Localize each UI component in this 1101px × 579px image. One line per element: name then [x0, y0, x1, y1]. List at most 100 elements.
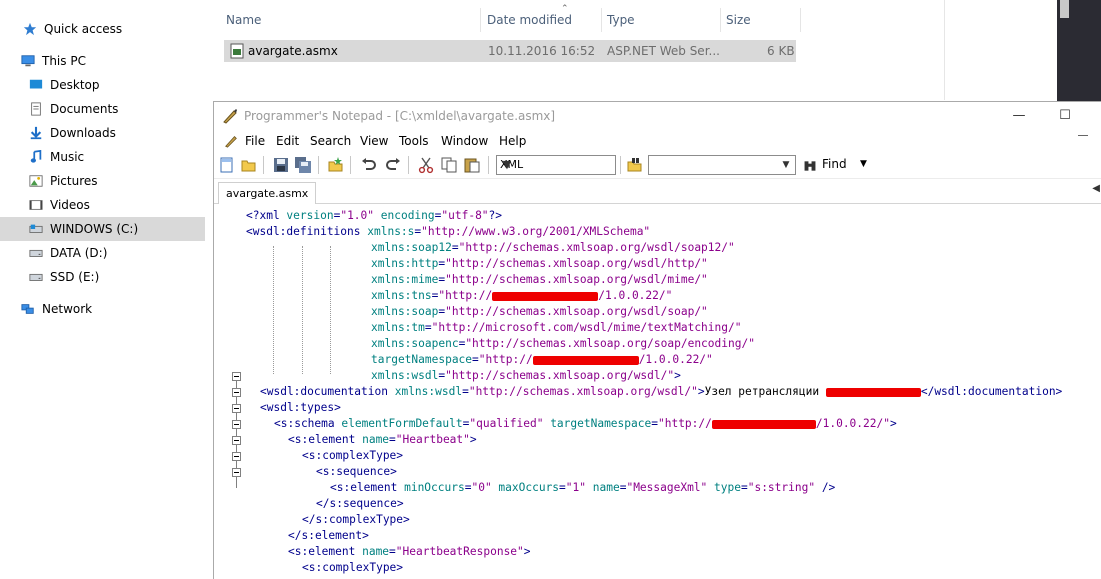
document-tab-strip: avargate.asmx ◀ — [214, 179, 1101, 204]
nav-item-downloads[interactable]: Downloads — [0, 121, 205, 145]
mdi-minimize-button[interactable] — [1078, 135, 1088, 136]
token: "http://schemas.xmlsoap.org/wsdl/soap/" — [445, 305, 708, 318]
nav-item-quick-access[interactable]: Quick access — [0, 17, 205, 41]
column-header-name[interactable]: Name — [220, 8, 484, 32]
menu-search[interactable]: Search — [310, 130, 351, 152]
paste-icon[interactable] — [463, 156, 481, 174]
open-file-icon[interactable] — [240, 156, 258, 174]
file-name: avargate.asmx — [248, 44, 338, 58]
menu-help[interactable]: Help — [499, 130, 526, 152]
token: = — [462, 385, 469, 398]
maximize-button[interactable]: ☐ — [1042, 102, 1088, 130]
code-line: <s:sequence> — [316, 464, 397, 480]
find-in-files-icon[interactable] — [626, 156, 644, 174]
nav-item-windows-c[interactable]: WINDOWS (C:) — [0, 217, 205, 241]
menu-window[interactable]: Window — [441, 130, 488, 152]
find-button-label[interactable]: Find — [822, 155, 847, 173]
toolbar-separator — [488, 156, 489, 174]
token: = — [424, 321, 432, 334]
token: "0" — [471, 481, 492, 494]
token: xmlns:s — [367, 225, 415, 238]
fold-toggle[interactable] — [232, 452, 241, 461]
nav-item-pictures[interactable]: Pictures — [0, 169, 205, 193]
minimize-button[interactable]: — — [996, 102, 1042, 130]
column-divider[interactable] — [800, 8, 801, 32]
nav-item-data-d[interactable]: DATA (D:) — [0, 241, 205, 265]
file-row[interactable]: avargate.asmx 10.11.2016 16:52 ASP.NET W… — [224, 40, 796, 62]
preview-pane — [944, 0, 1058, 100]
chevron-down-icon: ▼ — [502, 158, 512, 171]
navigation-pane: Quick access This PC Desktop Documents D… — [0, 0, 205, 578]
save-icon[interactable] — [272, 156, 290, 174]
window-title: Programmer's Notepad - [C:\xmldel\avarga… — [244, 109, 556, 123]
find-input[interactable]: ▼ — [648, 155, 796, 175]
code-line: xmlns:http="http://schemas.xmlsoap.org/w… — [371, 256, 708, 272]
token: xmlns:soap12 — [371, 241, 452, 254]
fold-toggle[interactable] — [232, 388, 241, 397]
nav-item-documents[interactable]: Documents — [0, 97, 205, 121]
token: "http://schemas.xmlsoap.org/wsdl/" — [468, 385, 698, 398]
nav-label: Downloads — [50, 126, 116, 140]
scrollbar-thumb[interactable] — [1060, 0, 1069, 18]
binoculars-icon[interactable] — [803, 159, 817, 173]
toolbar-separator — [350, 156, 351, 174]
save-all-icon[interactable] — [294, 156, 312, 174]
open-project-icon[interactable] — [327, 156, 345, 174]
find-text[interactable] — [649, 156, 783, 174]
undo-icon[interactable] — [360, 156, 378, 174]
nav-item-ssd-e[interactable]: SSD (E:) — [0, 265, 205, 289]
nav-item-network[interactable]: Network — [0, 297, 205, 321]
tab-scroll-left-icon[interactable]: ◀ — [1092, 183, 1100, 194]
token: <s:complexType> — [302, 449, 404, 462]
token: "HeartbeatResponse" — [395, 545, 524, 558]
copy-icon[interactable] — [440, 156, 458, 174]
new-file-icon[interactable] — [218, 156, 236, 174]
tab-avargate-asmx[interactable]: avargate.asmx — [218, 182, 317, 204]
token: </s:element> — [288, 529, 369, 542]
nav-label: SSD (E:) — [50, 270, 100, 284]
nav-item-this-pc[interactable]: This PC — [0, 49, 205, 73]
column-header-type[interactable]: Type — [601, 8, 721, 32]
fold-toggle[interactable] — [232, 404, 241, 413]
menu-tools[interactable]: Tools — [399, 130, 429, 152]
drive-icon — [29, 249, 43, 257]
menu-file[interactable]: File — [245, 130, 265, 152]
token: "qualified" — [469, 417, 544, 430]
redo-icon[interactable] — [384, 156, 402, 174]
toolbar-separator — [318, 156, 319, 174]
token: "http:// — [657, 417, 712, 430]
code-line: targetNamespace="http:// /1.0.0.22/" — [371, 352, 713, 368]
code-editor[interactable]: <?xml version="1.0" encoding="utf-8"?> <… — [214, 204, 1101, 579]
token: <wsdl:definitions — [246, 225, 368, 238]
token: <wsdl:documentation — [260, 385, 395, 398]
code-line: <s:schema elementFormDefault = "qualified"… — [274, 416, 897, 432]
file-date: 10.11.2016 16:52 — [488, 44, 596, 58]
menu-view[interactable]: View — [360, 130, 388, 152]
token: <s:element — [330, 481, 405, 494]
token: "Heartbeat" — [395, 433, 470, 446]
nav-item-music[interactable]: Music — [0, 145, 205, 169]
fold-toggle[interactable] — [232, 468, 241, 477]
token: targetNamespace — [371, 353, 473, 366]
fold-toggle[interactable] — [232, 420, 241, 429]
nav-label: Videos — [50, 198, 90, 212]
nav-label: Music — [50, 150, 85, 164]
fold-toggle[interactable] — [232, 436, 241, 445]
title-bar[interactable]: Programmer's Notepad - [C:\xmldel\avarga… — [214, 102, 1101, 130]
token: /> — [815, 481, 836, 494]
find-options-dropdown-icon[interactable]: ▼ — [860, 155, 867, 173]
column-header-date[interactable]: Date modified — [481, 8, 601, 32]
token: > — [469, 433, 477, 446]
cut-icon[interactable] — [417, 156, 435, 174]
column-header-size[interactable]: Size — [720, 8, 800, 32]
nav-item-videos[interactable]: Videos — [0, 193, 205, 217]
toolbar-separator — [263, 156, 264, 174]
language-scheme-select[interactable]: XML ▼ — [496, 155, 616, 175]
menu-edit[interactable]: Edit — [276, 130, 299, 152]
fold-toggle[interactable] — [232, 372, 241, 381]
document-menu-icon[interactable] — [224, 134, 238, 148]
nav-item-desktop[interactable]: Desktop — [0, 73, 205, 97]
token: "http://schemas.xmlsoap.org/wsdl/soap12/… — [458, 241, 735, 254]
code-line: </s:sequence> — [316, 496, 404, 512]
toolbar-separator — [408, 156, 409, 174]
